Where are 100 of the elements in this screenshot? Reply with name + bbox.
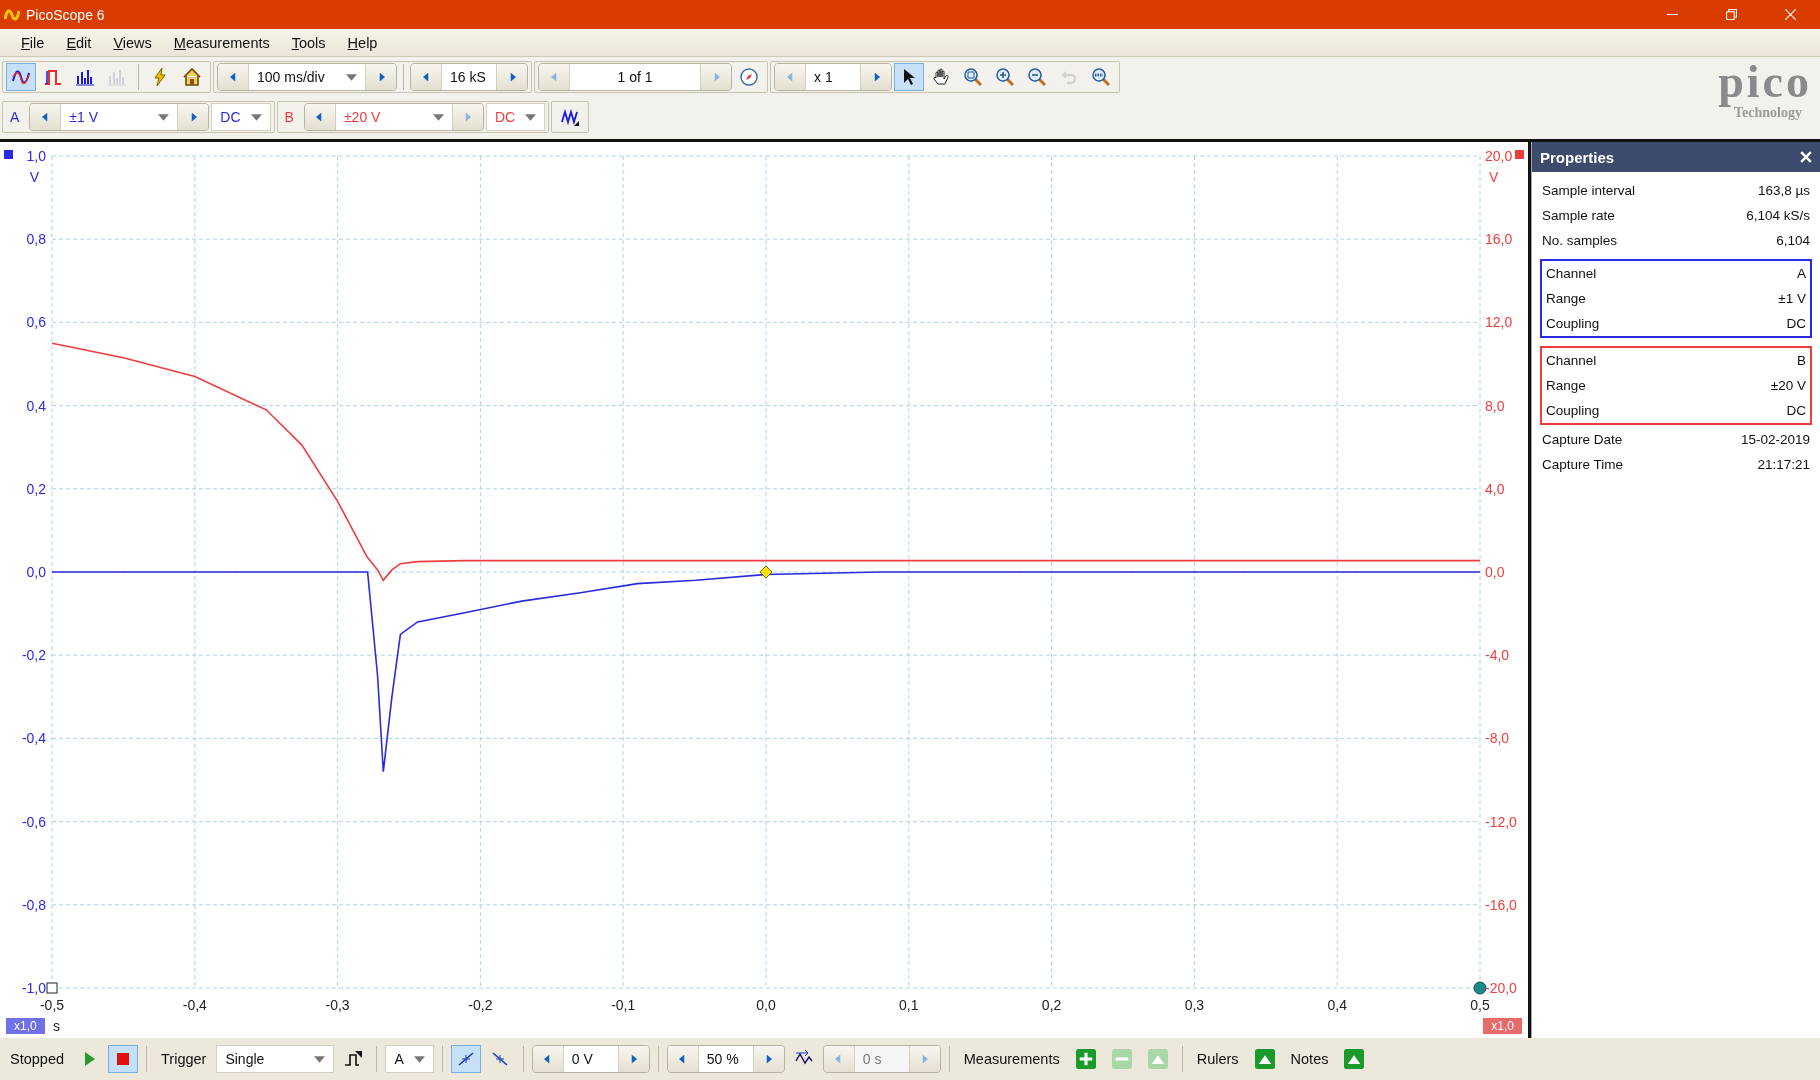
range-dropdown[interactable]: ±1 V: [60, 104, 179, 130]
samples-field[interactable]: 16 kS: [441, 64, 497, 90]
property-label: Sample interval: [1542, 183, 1636, 198]
right-arrow-icon[interactable]: [765, 1054, 773, 1064]
rising-edge-button[interactable]: [450, 1045, 481, 1073]
axis-tick-label: 0,5: [1470, 997, 1490, 1013]
axis-tick-label: -0,5: [39, 997, 65, 1013]
axis-tick-label: -0,4: [21, 730, 46, 747]
trigger-level-field[interactable]: 0 V: [562, 1046, 619, 1072]
hand-icon: [931, 67, 951, 87]
axis-tick-label: -0,8: [21, 896, 46, 913]
pulse-icon[interactable]: [343, 1049, 364, 1069]
axis-tick-label: 0,6: [26, 314, 46, 331]
property-label: No. samples: [1542, 233, 1618, 248]
property-value: 163,8 µs: [1757, 183, 1810, 198]
property-value: 21:17:21: [1757, 457, 1810, 472]
channel-button[interactable]: A: [6, 103, 28, 131]
restore-icon[interactable]: [1726, 9, 1737, 20]
magnifier-icon: [1091, 67, 1111, 87]
caret-icon: [413, 1055, 425, 1063]
property-value: ±20 V: [1770, 378, 1806, 393]
menu-item[interactable]: File: [12, 34, 54, 51]
right-arrow-icon[interactable]: [872, 72, 880, 82]
timebase-dropdown[interactable]: 100 ms/div: [248, 64, 366, 90]
axis-tick-label: 0,2: [26, 480, 46, 497]
property-label: Channel: [1546, 353, 1597, 368]
range-dropdown[interactable]: ±20 V: [334, 104, 453, 130]
waveform-icon[interactable]: [560, 107, 581, 127]
axis-tick-label: 0,2: [1041, 997, 1062, 1013]
scale-badge: x1,0: [1483, 1018, 1522, 1034]
close-icon[interactable]: [1800, 151, 1812, 163]
sine-wave-icon: [11, 67, 31, 87]
right-arrow-icon[interactable]: [630, 1054, 638, 1064]
trigger-label: Trigger: [160, 1051, 208, 1067]
property-label: Capture Time: [1542, 457, 1624, 472]
tool-button[interactable]: [894, 63, 924, 91]
trigger-source-dropdown[interactable]: A: [385, 1045, 434, 1073]
coupling-dropdown[interactable]: DC: [485, 103, 546, 131]
pretrigger-field[interactable]: 50 %: [697, 1046, 754, 1072]
menu-item[interactable]: Measurements: [164, 34, 279, 51]
axis-tick-label: 8,0: [1485, 397, 1505, 414]
property-value: DC: [1786, 403, 1806, 418]
coupling-dropdown[interactable]: DC: [211, 103, 271, 131]
axis-tick-label: 1,0: [26, 148, 46, 164]
axis-unit: V: [1489, 169, 1499, 185]
logo-wordmark: pico: [1718, 59, 1812, 105]
zoom-in-icon: [995, 67, 1015, 87]
menu-item[interactable]: Edit: [57, 34, 101, 51]
magnifier-icon: [963, 67, 983, 87]
property-value: 15-02-2019: [1740, 432, 1810, 447]
compass-icon[interactable]: [739, 67, 759, 87]
home-icon[interactable]: [182, 67, 202, 87]
ruler-handle[interactable]: [1473, 981, 1487, 995]
axis-tick-label: -12,0: [1485, 813, 1517, 830]
axis-tick-label: 0,4: [1327, 997, 1347, 1013]
expand-icon[interactable]: [1254, 1049, 1275, 1069]
trigger-mode-dropdown[interactable]: Single: [216, 1045, 335, 1073]
expand-icon[interactable]: [1344, 1049, 1365, 1069]
stop-button[interactable]: [108, 1045, 139, 1073]
axis-tick-label: 0,3: [1184, 997, 1205, 1013]
menu-item[interactable]: Views: [104, 34, 161, 51]
axis-tick-label: -8,0: [1485, 730, 1510, 747]
property-value: B: [1797, 353, 1806, 368]
close-icon[interactable]: [1785, 9, 1796, 20]
left-arrow-icon[interactable]: [679, 1054, 687, 1064]
trigger-marker[interactable]: [759, 565, 773, 579]
property-label: Range: [1546, 378, 1586, 393]
property-label: Sample rate: [1542, 208, 1615, 223]
bar-chart-icon: [107, 67, 127, 87]
channel-marker[interactable]: [4, 150, 13, 159]
left-arrow-icon[interactable]: [41, 112, 49, 122]
menu-item[interactable]: Tools: [282, 34, 335, 51]
buffer-field[interactable]: 1 of 1: [569, 64, 701, 90]
bar-chart-icon: [75, 67, 95, 87]
property-label: Capture Date: [1542, 432, 1623, 447]
axis-tick-label: -0,3: [325, 997, 350, 1013]
caret-icon: [432, 113, 444, 121]
panel-title: Properties: [1540, 148, 1615, 166]
caret-icon: [158, 113, 170, 121]
axis-tick-label: -20,0: [1485, 980, 1517, 996]
property-label: Coupling: [1546, 316, 1600, 331]
left-arrow-icon[interactable]: [544, 1054, 552, 1064]
menu-item[interactable]: Help: [338, 34, 387, 51]
caret-icon: [250, 113, 262, 121]
view-mode-button[interactable]: [6, 63, 36, 91]
property-value: 6,104: [1776, 233, 1810, 248]
right-arrow-icon[interactable]: [189, 112, 197, 122]
zoom-field[interactable]: x 1: [805, 64, 861, 90]
caret-icon: [525, 113, 537, 121]
ruler-handle[interactable]: [46, 982, 58, 994]
right-arrow-icon[interactable]: [508, 72, 516, 82]
trigger-delay-field[interactable]: 0 s: [853, 1046, 910, 1072]
axis-tick-label: -0,6: [21, 813, 46, 830]
add-icon[interactable]: [1075, 1049, 1096, 1069]
left-arrow-icon[interactable]: [316, 112, 324, 122]
axis-tick-label: -0,4: [182, 997, 207, 1013]
channel-marker[interactable]: [1515, 150, 1524, 159]
left-arrow-icon[interactable]: [422, 72, 430, 82]
left-arrow-icon[interactable]: [229, 72, 237, 82]
right-arrow-icon[interactable]: [377, 72, 385, 82]
